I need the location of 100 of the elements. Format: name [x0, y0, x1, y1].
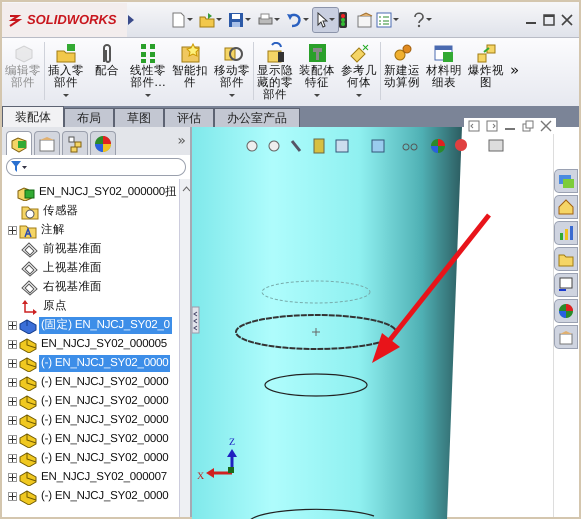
more-button[interactable]: » [507, 64, 522, 76]
tile-left-icon[interactable] [468, 120, 480, 132]
expand-toggle[interactable] [8, 397, 17, 406]
tree-item[interactable]: (-) EN_NJCJ_SY02_0000 [39, 392, 170, 410]
plus-icon [9, 455, 16, 462]
expand-toggle[interactable] [8, 378, 17, 387]
tree-item[interactable]: 注解 [39, 222, 67, 240]
origin-icon [21, 298, 39, 314]
annotation-folder-icon [19, 222, 37, 238]
close-icon[interactable] [561, 14, 573, 26]
appearance-icon [558, 303, 574, 319]
new-document-icon [170, 12, 186, 28]
star-folder-icon [179, 42, 201, 64]
ribbon-button[interactable]: 新建运 动算例 [381, 42, 423, 88]
chart-icon [558, 225, 574, 241]
ribbon-button[interactable]: 插入零 部件 [45, 42, 87, 97]
appearance-icon [94, 134, 112, 152]
panel-tab[interactable] [6, 131, 32, 155]
expand-toggle[interactable] [8, 321, 17, 330]
tile-right-icon[interactable] [486, 120, 498, 132]
filter-field[interactable] [6, 158, 186, 176]
feature-icon [306, 42, 328, 64]
explode-icon [475, 42, 497, 64]
tree-item[interactable]: 前视基准面 [41, 240, 104, 258]
tree-item[interactable]: (-) EN_NJCJ_SY02_0000 [39, 450, 170, 468]
printer-icon [257, 12, 273, 28]
task-pane-tab[interactable] [554, 325, 578, 349]
tree-item[interactable]: 传感器 [41, 202, 80, 220]
plane-icon [21, 280, 39, 296]
tab[interactable]: 办公室产品 [214, 108, 300, 127]
part-icon [19, 488, 37, 504]
tree-item[interactable]: 上视基准面 [41, 260, 104, 278]
undo-icon [286, 12, 302, 28]
ribbon-button[interactable]: 参考几 何体 [338, 42, 380, 97]
expand-toggle[interactable] [8, 492, 17, 501]
panel-tab[interactable] [90, 131, 116, 155]
expand-toggle[interactable] [8, 454, 17, 463]
tree-item[interactable]: EN_NJCJ_SY02_000007 [39, 468, 169, 486]
configuration-icon [66, 134, 84, 152]
maximize-icon[interactable] [543, 14, 555, 26]
open-folder-icon [199, 12, 215, 28]
tree-item[interactable]: (-) EN_NJCJ_SY02_0000 [39, 374, 170, 392]
part-icon [19, 412, 37, 428]
help-icon [413, 12, 425, 28]
task-pane-tab[interactable] [554, 273, 578, 297]
axis-triad [206, 449, 237, 478]
select-button[interactable] [312, 6, 339, 32]
panel-tab[interactable] [62, 131, 88, 155]
traffic-light-icon[interactable] [339, 12, 347, 28]
tab[interactable]: 布局 [64, 108, 114, 127]
axis-label: Z [229, 437, 236, 448]
expand-toggle[interactable] [8, 416, 17, 425]
speech-bubble-icon [558, 173, 574, 189]
ribbon-button[interactable]: 装配体 特征 [296, 42, 338, 97]
expand-toggle[interactable] [8, 226, 17, 235]
ribbon-button[interactable]: 爆炸视 图 [465, 42, 507, 88]
part-icon [19, 356, 37, 372]
collapse-handle[interactable] [192, 306, 200, 334]
ribbon-button[interactable]: 智能扣 件 [169, 42, 211, 88]
axis-label: X [197, 471, 204, 482]
part-icon [19, 336, 37, 352]
expand-arrow-icon[interactable] [127, 14, 135, 24]
tree-item[interactable]: EN_NJCJ_SY02_000000扭 [37, 184, 179, 202]
options-icon[interactable] [357, 12, 373, 28]
logo-text: SOLIDWORKS [27, 10, 117, 29]
ribbon-button[interactable]: 显示隐 藏的零 部件 [254, 42, 296, 100]
restore-icon[interactable] [522, 120, 534, 132]
ribbon-button[interactable]: 移动零 部件 [211, 42, 253, 97]
ribbon-button[interactable]: 线性零 部件… [127, 42, 169, 97]
tab[interactable]: 装配体 [2, 106, 64, 127]
panel-tab[interactable] [34, 131, 60, 155]
tree-item[interactable]: (-) EN_NJCJ_SY02_0000 [39, 412, 170, 430]
expand-toggle[interactable] [8, 473, 17, 482]
tree-item[interactable]: 原点 [41, 298, 69, 316]
part-icon [19, 432, 37, 448]
tab[interactable]: 评估 [164, 108, 214, 127]
plus-icon [9, 398, 16, 405]
tab[interactable]: 草图 [114, 108, 164, 127]
more-button[interactable]: » [177, 130, 186, 152]
tree-item[interactable]: (-) EN_NJCJ_SY02_0000 [39, 430, 170, 448]
property-icon [38, 134, 56, 152]
expand-toggle[interactable] [8, 435, 17, 444]
close-icon[interactable] [540, 120, 552, 132]
plus-icon [9, 379, 16, 386]
tree-item[interactable]: 右视基准面 [41, 278, 104, 296]
expand-toggle[interactable] [8, 340, 17, 349]
filter-icon [11, 161, 27, 173]
plus-icon [9, 360, 16, 367]
plus-icon [9, 417, 16, 424]
tree-item[interactable]: EN_NJCJ_SY02_000005 [39, 336, 169, 354]
ribbon-button[interactable]: 配合 [87, 42, 127, 76]
sensor-folder-icon [21, 204, 39, 220]
heads-up-toolbar[interactable] [246, 138, 504, 154]
part-icon [19, 470, 37, 486]
ribbon-button[interactable]: 材料明 细表 [423, 42, 465, 88]
save-icon [228, 12, 244, 28]
logo-icon [8, 12, 24, 26]
expand-toggle[interactable] [8, 359, 17, 368]
plus-icon [9, 227, 16, 234]
tree-item[interactable]: (-) EN_NJCJ_SY02_0000 [39, 488, 170, 506]
